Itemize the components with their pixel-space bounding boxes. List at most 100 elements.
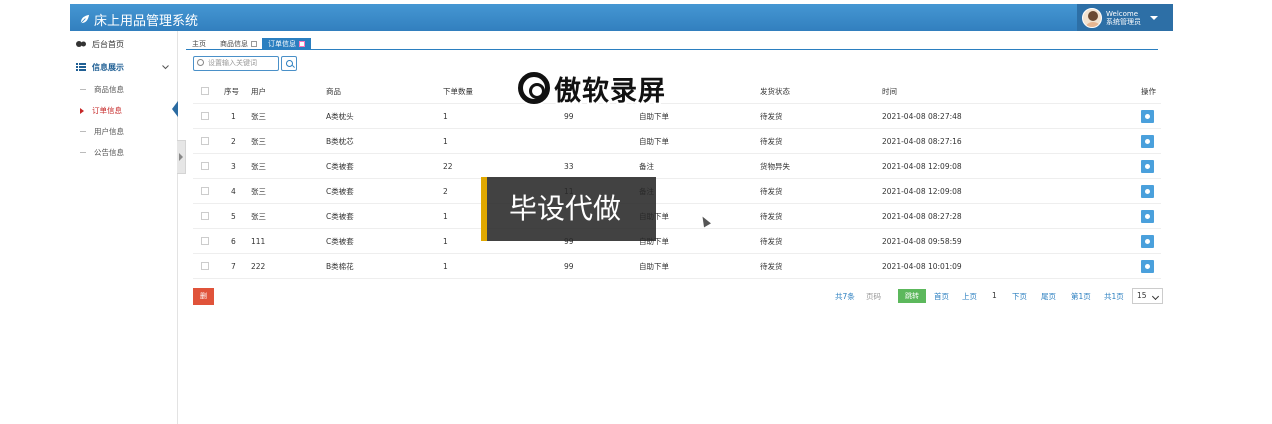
sidebar-item-home[interactable]: 后台首页 bbox=[70, 34, 177, 54]
sidebar-item-orders[interactable]: 订单信息 bbox=[80, 105, 122, 116]
cell-note: 自助下单 bbox=[639, 137, 669, 146]
recorder-watermark: 傲软录屏 bbox=[518, 68, 666, 108]
cell-user: 张三 bbox=[251, 162, 266, 171]
chevron-down-icon[interactable] bbox=[162, 65, 169, 70]
tab-bar: 主页 商品信息 订单信息 bbox=[186, 36, 1158, 50]
cell-qty: 1 bbox=[443, 262, 448, 271]
caret-down-icon[interactable] bbox=[1150, 15, 1158, 20]
table-row: 4 张三 C类被套 2 11 备注 待发货 2021-04-08 12:09:0… bbox=[193, 179, 1161, 204]
table-row: 1 张三 A类枕头 1 99 自助下单 待发货 2021-04-08 08:27… bbox=[193, 104, 1161, 129]
recorder-logo-icon bbox=[518, 72, 550, 104]
cell-product: C类被套 bbox=[326, 162, 354, 171]
view-button[interactable] bbox=[1141, 110, 1154, 123]
sidebar-item-label: 用户信息 bbox=[94, 127, 124, 136]
cell-status: 待发货 bbox=[760, 187, 783, 196]
tab-products[interactable]: 商品信息 bbox=[214, 38, 263, 50]
cell-status: 待发货 bbox=[760, 112, 783, 121]
tab-home[interactable]: 主页 bbox=[186, 38, 212, 50]
search-button[interactable] bbox=[281, 56, 297, 71]
sidebar-item-notices[interactable]: 公告信息 bbox=[80, 147, 124, 158]
cell-status: 待发货 bbox=[760, 137, 783, 146]
cell-qty: 22 bbox=[443, 162, 453, 171]
app-title: 床上用品管理系统 bbox=[94, 14, 199, 29]
page-size-select[interactable]: 15 bbox=[1132, 288, 1163, 304]
brand: 床上用品管理系统 bbox=[79, 10, 198, 29]
sidebar-item-products[interactable]: 商品信息 bbox=[80, 84, 124, 95]
cell-user: 张三 bbox=[251, 112, 266, 121]
view-button[interactable] bbox=[1141, 260, 1154, 273]
view-button[interactable] bbox=[1141, 210, 1154, 223]
list-icon bbox=[76, 63, 86, 71]
column-header: 时间 bbox=[882, 87, 897, 96]
cell-qty: 1 bbox=[443, 212, 448, 221]
sidebar-item-label: 订单信息 bbox=[92, 106, 122, 115]
prev-page-link[interactable]: 上页 bbox=[962, 291, 977, 302]
first-page-link[interactable]: 首页 bbox=[934, 291, 949, 302]
delete-button[interactable]: 删 bbox=[193, 288, 214, 305]
tab-label: 主页 bbox=[192, 40, 206, 48]
row-checkbox[interactable] bbox=[201, 262, 209, 270]
user-role: 系统管理员 bbox=[1106, 17, 1141, 26]
user-menu[interactable]: Welcome 系统管理员 bbox=[1077, 4, 1173, 31]
close-icon[interactable] bbox=[299, 41, 305, 47]
last-page-link[interactable]: 尾页 bbox=[1041, 291, 1056, 302]
cell-id: 2 bbox=[231, 137, 236, 146]
next-page-link[interactable]: 下页 bbox=[1012, 291, 1027, 302]
sidebar-group-info[interactable]: 信息展示 bbox=[70, 57, 177, 77]
column-header: 商品 bbox=[326, 87, 341, 96]
tab-orders[interactable]: 订单信息 bbox=[262, 38, 311, 50]
avatar bbox=[1082, 7, 1102, 28]
active-pointer bbox=[172, 101, 178, 117]
watermark-text: 傲软录屏 bbox=[554, 75, 666, 107]
cell-note: 备注 bbox=[639, 162, 654, 171]
cell-id: 5 bbox=[231, 212, 236, 221]
cell-price: 33 bbox=[564, 162, 574, 171]
view-button[interactable] bbox=[1141, 235, 1154, 248]
close-icon[interactable] bbox=[251, 41, 257, 47]
cell-status: 货物异失 bbox=[760, 162, 790, 171]
cell-id: 6 bbox=[231, 237, 236, 246]
view-button[interactable] bbox=[1141, 185, 1154, 198]
cell-id: 1 bbox=[231, 112, 236, 121]
row-checkbox[interactable] bbox=[201, 212, 209, 220]
sidebar-group-label: 信息展示 bbox=[92, 62, 124, 72]
search-icon bbox=[197, 59, 204, 66]
jump-button[interactable]: 跳转 bbox=[898, 289, 926, 303]
table-row: 5 张三 C类被套 1 自助下单 待发货 2021-04-08 08:27:28 bbox=[193, 204, 1161, 229]
sidebar-item-users[interactable]: 用户信息 bbox=[80, 126, 124, 137]
search-input[interactable]: 设置输入关键词 bbox=[193, 56, 279, 71]
leaf-icon bbox=[80, 14, 90, 24]
view-button[interactable] bbox=[1141, 160, 1154, 173]
arrow-right-icon bbox=[80, 107, 84, 114]
cell-status: 待发货 bbox=[760, 212, 783, 221]
page-number-input[interactable]: 页码 bbox=[866, 291, 881, 302]
cell-time: 2021-04-08 12:09:08 bbox=[882, 187, 962, 196]
column-header: 用户 bbox=[251, 87, 266, 96]
cell-id: 7 bbox=[231, 262, 236, 271]
table-row: 3 张三 C类被套 22 33 备注 货物异失 2021-04-08 12:09… bbox=[193, 154, 1161, 179]
cell-user: 222 bbox=[251, 262, 266, 271]
table-row: 2 张三 B类枕芯 1 自助下单 待发货 2021-04-08 08:27:16 bbox=[193, 129, 1161, 154]
table-row: 7 222 B类棉花 1 99 自助下单 待发货 2021-04-08 10:0… bbox=[193, 254, 1161, 279]
cell-product: C类被套 bbox=[326, 237, 354, 246]
bullet-icon bbox=[80, 152, 86, 153]
sidebar-collapse-toggle[interactable] bbox=[177, 140, 186, 174]
cell-time: 2021-04-08 12:09:08 bbox=[882, 162, 962, 171]
column-header: 下单数量 bbox=[443, 87, 473, 96]
tab-label: 商品信息 bbox=[220, 40, 248, 48]
tab-label: 订单信息 bbox=[268, 40, 296, 48]
row-checkbox[interactable] bbox=[201, 162, 209, 170]
view-button[interactable] bbox=[1141, 135, 1154, 148]
page-total: 共1页 bbox=[1104, 292, 1124, 301]
select-all-checkbox[interactable] bbox=[201, 87, 209, 95]
cell-qty: 2 bbox=[443, 187, 448, 196]
sidebar-item-label: 公告信息 bbox=[94, 148, 124, 157]
row-checkbox[interactable] bbox=[201, 237, 209, 245]
row-checkbox[interactable] bbox=[201, 137, 209, 145]
sidebar: 后台首页 信息展示 商品信息 订单信息 用户信息 公告信息 bbox=[70, 31, 178, 424]
cell-status: 待发货 bbox=[760, 262, 783, 271]
top-bar: 床上用品管理系统 Welcome 系统管理员 bbox=[70, 4, 1173, 31]
row-checkbox[interactable] bbox=[201, 112, 209, 120]
row-checkbox[interactable] bbox=[201, 187, 209, 195]
cell-qty: 1 bbox=[443, 237, 448, 246]
